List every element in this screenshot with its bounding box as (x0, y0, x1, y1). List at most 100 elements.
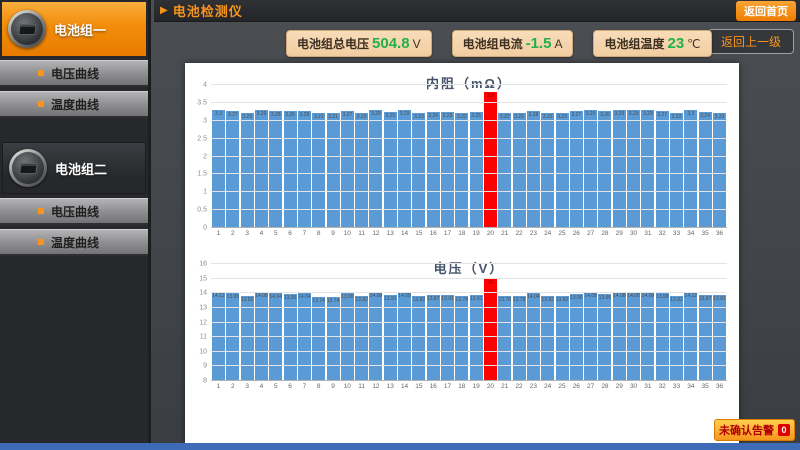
gridline (211, 119, 727, 121)
x-axis-tick-label: 2 (231, 230, 235, 237)
x-axis-tick-label: 9 (331, 383, 335, 390)
x-axis-tick-label: 13 (386, 383, 394, 390)
y-axis-tick-label: 11 (199, 333, 207, 341)
y-axis-tick-label: 3 (203, 117, 207, 125)
y-axis-tick-label: 1 (203, 188, 207, 196)
x-axis-tick-label: 12 (372, 230, 380, 237)
bar: 13.82 (412, 295, 426, 381)
x-axis-tick-label: 14 (400, 230, 409, 237)
bar-value-label: 3.8 (486, 93, 494, 100)
bar-value-label: 3.24 (700, 113, 710, 120)
bullet-icon (38, 239, 44, 245)
stat-label: 电池组温度 (604, 37, 665, 51)
sidebar-item-label: 温度曲线 (51, 235, 100, 250)
x-axis-tick-label: 14 (400, 383, 409, 390)
y-axis-tick-label: 4 (203, 81, 207, 89)
stat-value: -1.5 (525, 35, 552, 52)
bar: 3.25 (383, 111, 397, 228)
bullet-icon (38, 101, 44, 107)
stat-value: 504.8 (372, 35, 410, 52)
x-axis-tick-label: 27 (587, 383, 595, 390)
bar-value-label: 14.04 (269, 293, 283, 300)
bar-value-label: 13.91 (441, 295, 454, 302)
bar-value-label: 3.24 (428, 113, 439, 120)
bar: 3.25 (469, 111, 483, 228)
bar: 13.87 (698, 295, 712, 381)
gridline (211, 350, 727, 352)
bar: 13.74 (326, 297, 340, 381)
x-axis-tick-label: 31 (644, 383, 652, 390)
sidebar-item-voltage-curve-2[interactable]: 电压曲线 (0, 198, 148, 225)
x-axis-tick-label: 35 (701, 230, 709, 237)
stat-current: 电池组电流 -1.5 A (451, 30, 574, 57)
alarm-count-badge: 0 (778, 424, 790, 436)
y-axis-tick-label: 10 (199, 348, 207, 356)
bar-value-label: 14.08 (584, 293, 597, 300)
bar: 3.23 (555, 112, 569, 228)
bars-container: 3.3 3.27 3.23 3.29 3.28 3.26 3.28 3.21 3.21 3.27 3… (211, 85, 727, 228)
y-axis-tick-label: 2.5 (197, 135, 207, 143)
bar: 3.26 (283, 111, 297, 228)
bar-value-label: 13.95 (283, 294, 297, 301)
gridline (211, 277, 727, 279)
bar: 3.23 (412, 112, 426, 228)
bar: 3.27 (655, 111, 669, 228)
sidebar-item-label: 电压曲线 (51, 204, 100, 219)
return-home-button[interactable]: 返回首页 (736, 0, 796, 21)
bar-value-label: 14.08 (612, 293, 626, 300)
x-axis-tick-label: 3 (245, 383, 249, 390)
y-axis-tick-label: 0.5 (197, 206, 207, 214)
y-axis-tick-label: 8 (203, 377, 207, 385)
bar-value-label: 3.25 (471, 112, 481, 119)
return-previous-button[interactable]: 返回上一级 (707, 29, 794, 54)
x-axis-tick-label: 33 (672, 383, 681, 390)
top-header-bar: ▶ 电池检测仪 返回首页 (154, 0, 800, 22)
x-axis-tick-label: 5 (273, 230, 278, 237)
bar-value-label: 14.08 (398, 293, 411, 300)
gridline (211, 137, 727, 139)
x-axis-tick-label: 25 (558, 383, 566, 390)
bar: 13.78 (455, 296, 469, 381)
bar-value-label: 3.27 (342, 112, 353, 119)
bar-value-label: 3.28 (270, 111, 281, 118)
x-axis-tick-label: 12 (372, 383, 380, 390)
sidebar-group-battery2[interactable]: 电池组二 (2, 142, 146, 194)
gridline (211, 365, 727, 367)
x-axis-tick-label: 7 (302, 230, 307, 237)
page-title: 电池检测仪 (172, 4, 243, 19)
bar: 3.26 (598, 111, 612, 228)
sidebar-item-temperature-curve-1[interactable]: 温度曲线 (0, 91, 148, 118)
y-axis-tick-label: 13 (199, 304, 207, 312)
bar-value-label: 13.78 (455, 297, 469, 304)
unconfirmed-alarm-button[interactable]: 未确认告警 0 (714, 419, 795, 441)
bar-value-label: 3.23 (557, 113, 567, 120)
x-axis-tick-label: 1 (216, 230, 221, 237)
x-axis-tick-label: 11 (358, 383, 365, 390)
x-axis-tick-label: 21 (501, 383, 509, 390)
x-axis-tick-label: 7 (302, 383, 307, 390)
x-axis-tick-label: 30 (629, 383, 638, 390)
bar-value-label: 3.23 (414, 113, 424, 120)
x-axis-tick-label: 6 (288, 230, 292, 237)
sidebar-item-temperature-curve-2[interactable]: 温度曲线 (0, 229, 148, 256)
stat-unit: ℃ (687, 37, 701, 51)
x-axis-tick-label: 28 (601, 383, 609, 390)
bar: 3.22 (512, 112, 526, 228)
x-axis-tick-label: 6 (288, 383, 292, 390)
arrow-right-icon: ▶ (160, 5, 168, 16)
x-axis-tick-label: 32 (658, 383, 666, 390)
bar-value-label: 13.74 (326, 298, 340, 305)
x-axis-tick-label: 20 (486, 230, 495, 237)
bar-value-label: 13.82 (412, 296, 426, 303)
x-axis-tick-label: 24 (544, 383, 552, 390)
sidebar-group-battery1[interactable]: 电池组一 (2, 2, 146, 56)
sidebar-item-voltage-curve-1[interactable]: 电压曲线 (0, 60, 148, 87)
bar: 3.25 (441, 111, 454, 228)
bar-value-label: 3.27 (657, 112, 668, 119)
gridline (211, 292, 727, 294)
bar-value-label: 3.23 (542, 113, 553, 120)
battery-icon (9, 149, 47, 187)
x-axis-tick-label: 26 (572, 230, 580, 237)
bar: 3.29 (627, 110, 641, 228)
